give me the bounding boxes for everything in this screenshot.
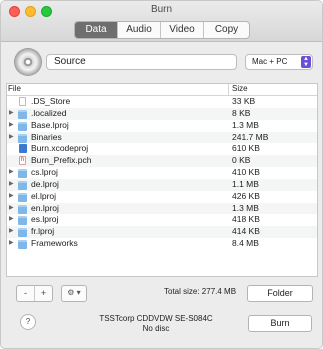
remove-file-button[interactable]: - — [17, 286, 35, 301]
table-row[interactable]: Burn.xcodeproj 610 KB — [7, 143, 317, 155]
file-size: 33 KB — [232, 96, 256, 106]
header-file-icon: h — [19, 156, 26, 166]
file-size: 0 KB — [232, 155, 251, 166]
disclosure-triangle-icon[interactable]: ▶ — [9, 203, 17, 215]
file-size: 1.3 MB — [232, 202, 259, 213]
file-size: 610 KB — [232, 143, 260, 154]
disclosure-triangle-icon[interactable]: ▶ — [9, 214, 17, 226]
file-size: 418 KB — [232, 214, 260, 225]
column-header-size[interactable]: Size — [228, 84, 248, 95]
folder-icon — [18, 180, 27, 190]
table-row[interactable]: h Burn_Prefix.pch 0 KB — [7, 155, 317, 168]
file-size: 1.1 MB — [232, 178, 259, 189]
table-row[interactable]: ▶ el.lproj 426 KB — [7, 191, 317, 203]
file-table[interactable]: File Size .DS_Store 33 KB ▶ .localized 8 KB ▶… — [6, 83, 318, 277]
folder-icon — [18, 204, 27, 214]
disclosure-triangle-icon[interactable]: ▶ — [9, 179, 17, 191]
folder-icon — [18, 109, 27, 119]
filesystem-format-select[interactable]: Mac + PC ▲ ▼ — [245, 54, 313, 70]
xcode-project-icon — [19, 144, 27, 154]
disc-icon — [15, 49, 41, 75]
file-name: Base.lproj — [31, 119, 69, 130]
file-name: cs.lproj — [31, 167, 58, 178]
document-icon — [19, 97, 26, 106]
table-row[interactable]: .DS_Store 33 KB — [7, 96, 317, 108]
folder-icon — [18, 240, 27, 250]
file-size: 414 KB — [232, 226, 260, 237]
add-remove-group: - + — [16, 285, 53, 302]
tab-data[interactable]: Data — [75, 22, 118, 38]
file-name: es.lproj — [31, 214, 59, 225]
burn-window: Burn Data Audio Video Copy Source Mac + PC … — [0, 0, 323, 349]
file-size: 241.7 MB — [232, 131, 269, 142]
disclosure-triangle-icon[interactable]: ▶ — [9, 191, 17, 203]
new-folder-button[interactable]: Folder — [247, 285, 313, 302]
file-name: .localized — [31, 107, 67, 118]
table-row[interactable]: ▶ en.lproj 1.3 MB — [7, 202, 317, 215]
file-size: 8.4 MB — [232, 238, 259, 249]
folder-icon — [18, 121, 27, 131]
disclosure-triangle-icon[interactable]: ▶ — [9, 108, 17, 120]
file-name: Burn_Prefix.pch — [31, 155, 92, 166]
file-size: 1.3 MB — [232, 119, 259, 130]
file-name: fr.lproj — [31, 226, 55, 237]
tab-audio[interactable]: Audio — [118, 22, 161, 38]
disclosure-triangle-icon[interactable]: ▶ — [9, 167, 17, 179]
gear-menu-button[interactable]: ⚙ ▾ — [61, 285, 87, 302]
table-row[interactable]: ▶ .localized 8 KB — [7, 107, 317, 120]
disclosure-triangle-icon[interactable]: ▶ — [9, 132, 17, 144]
file-name: .DS_Store — [31, 96, 71, 106]
folder-icon — [18, 216, 27, 226]
disclosure-triangle-icon[interactable]: ▶ — [9, 226, 17, 238]
format-select-value: Mac + PC — [252, 57, 288, 66]
table-rows: .DS_Store 33 KB ▶ .localized 8 KB ▶ Base.lproj… — [7, 96, 317, 250]
file-name: Binaries — [31, 131, 62, 142]
total-size-label: Total size: 277.4 MB — [164, 287, 237, 296]
table-row[interactable]: ▶ Base.lproj 1.3 MB — [7, 120, 317, 132]
titlebar: Burn Data Audio Video Copy — [1, 1, 322, 42]
table-row[interactable]: ▶ Binaries 241.7 MB — [7, 131, 317, 144]
drive-status: No disc — [142, 324, 170, 333]
add-file-button[interactable]: + — [35, 286, 52, 301]
column-header-file[interactable]: File — [8, 84, 21, 93]
burn-button[interactable]: Burn — [248, 315, 312, 332]
file-name: el.lproj — [31, 190, 57, 201]
folder-icon — [18, 228, 27, 238]
tab-video[interactable]: Video — [161, 22, 204, 38]
window-title: Burn — [150, 4, 173, 15]
disclosure-triangle-icon[interactable]: ▶ — [9, 238, 17, 250]
file-name: en.lproj — [31, 202, 59, 213]
drive-name: TSSTcorp CDDVDW SE-S084C — [99, 314, 213, 323]
table-row[interactable]: ▶ fr.lproj 414 KB — [7, 226, 317, 239]
file-size: 410 KB — [232, 167, 260, 178]
table-row[interactable]: ▶ cs.lproj 410 KB — [7, 167, 317, 179]
file-size: 426 KB — [232, 190, 260, 201]
file-size: 8 KB — [232, 107, 251, 118]
folder-icon — [18, 192, 27, 202]
disclosure-triangle-icon[interactable]: ▶ — [9, 120, 17, 132]
table-row[interactable]: ▶ Frameworks 8.4 MB — [7, 238, 317, 250]
tab-copy[interactable]: Copy — [204, 22, 249, 38]
table-row[interactable]: ▶ de.lproj 1.1 MB — [7, 178, 317, 191]
mode-tabs: Data Audio Video Copy — [74, 21, 250, 39]
file-name: de.lproj — [31, 178, 59, 189]
folder-icon — [18, 169, 27, 179]
table-row[interactable]: ▶ es.lproj 418 KB — [7, 214, 317, 226]
folder-icon — [18, 133, 27, 143]
source-name-input[interactable]: Source — [46, 54, 237, 70]
chevron-updown-icon: ▲ ▼ — [301, 56, 311, 68]
file-name: Frameworks — [31, 238, 78, 249]
table-header: File Size — [7, 84, 317, 96]
file-name: Burn.xcodeproj — [31, 143, 89, 154]
help-button[interactable]: ? — [20, 314, 36, 330]
